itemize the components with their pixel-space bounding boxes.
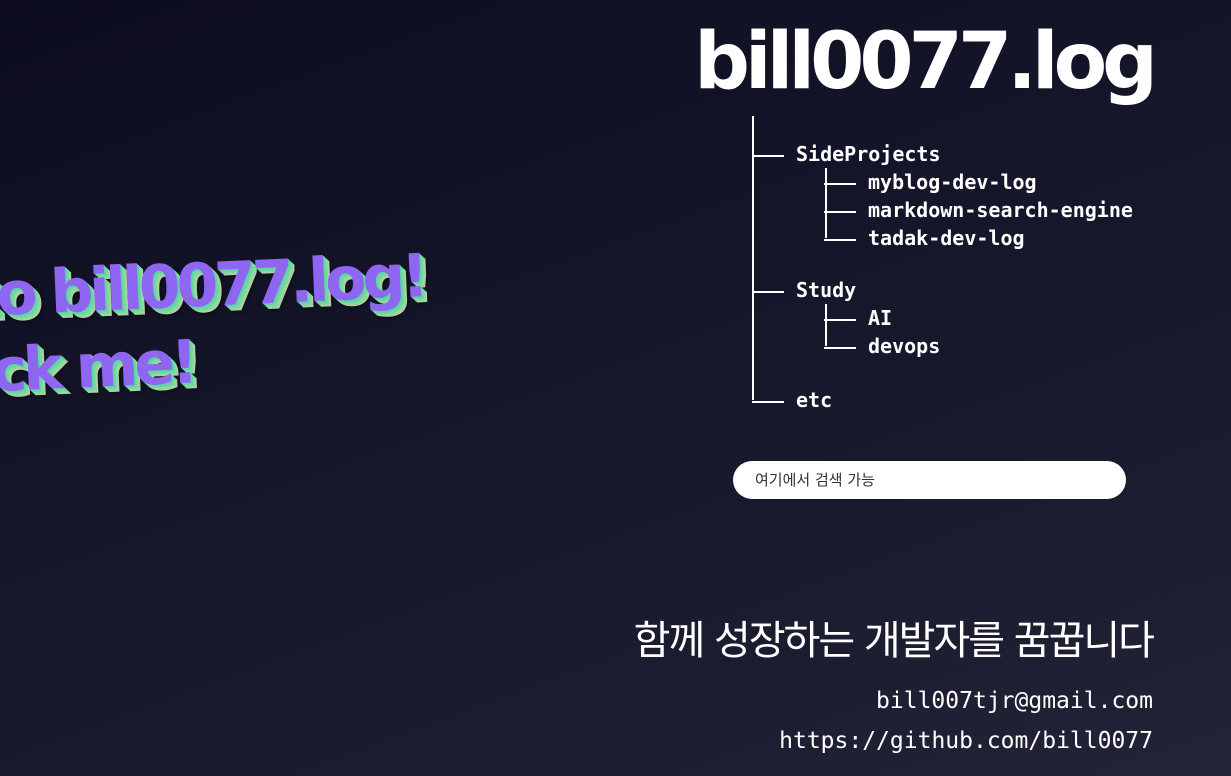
tree-item-sideprojects[interactable]: SideProjects xyxy=(752,140,1133,168)
tree-item-tadak-dev-log[interactable]: tadak-dev-log xyxy=(752,224,1133,252)
tree-gap xyxy=(752,360,1133,386)
tree-top-spacer xyxy=(752,116,1133,140)
branch-connector xyxy=(752,154,784,157)
tree-item-etc[interactable]: etc xyxy=(752,386,1133,414)
study-children: AI devops xyxy=(752,304,1133,360)
search-input[interactable] xyxy=(733,461,1126,499)
branch-connector xyxy=(824,182,856,185)
tree-item-label[interactable]: tadak-dev-log xyxy=(868,226,1025,250)
tree-item-myblog-dev-log[interactable]: myblog-dev-log xyxy=(752,168,1133,196)
branch-connector xyxy=(752,400,784,403)
tree-item-label[interactable]: AI xyxy=(868,306,892,330)
tree-item-ai[interactable]: AI xyxy=(752,304,1133,332)
category-tree: SideProjects myblog-dev-log markdown-sea… xyxy=(752,116,1133,414)
site-title[interactable]: bill0077.log xyxy=(694,12,1158,112)
tree-item-study[interactable]: Study xyxy=(752,276,1133,304)
sideprojects-children: myblog-dev-log markdown-search-engine ta… xyxy=(752,168,1133,252)
tree-item-label[interactable]: myblog-dev-log xyxy=(868,170,1037,194)
branch-connector xyxy=(824,238,856,241)
tree-item-label[interactable]: devops xyxy=(868,334,940,358)
slogan-text: 함께 성장하는 개발자를 꿈꿉니다 xyxy=(633,618,1155,664)
branch-connector xyxy=(824,210,856,213)
tree-item-devops[interactable]: devops xyxy=(752,332,1133,360)
welcome-3d-text[interactable]: to bill0077.log! ick me! xyxy=(0,235,496,410)
github-link[interactable]: https://github.com/bill0077 xyxy=(779,728,1153,754)
tree-item-label[interactable]: Study xyxy=(796,278,856,302)
tree-gap xyxy=(752,252,1133,276)
tree-item-label[interactable]: markdown-search-engine xyxy=(868,198,1133,222)
tree-item-label[interactable]: etc xyxy=(796,388,832,412)
email-link[interactable]: bill007tjr@gmail.com xyxy=(876,688,1153,714)
tree-item-markdown-search-engine[interactable]: markdown-search-engine xyxy=(752,196,1133,224)
branch-connector xyxy=(752,290,784,293)
branch-connector xyxy=(824,318,856,321)
branch-connector xyxy=(824,346,856,349)
tree-item-label[interactable]: SideProjects xyxy=(796,142,941,166)
